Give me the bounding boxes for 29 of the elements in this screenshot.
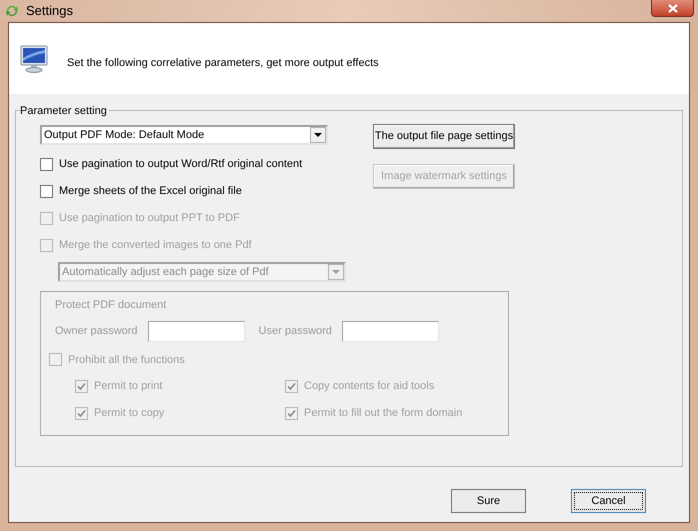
close-button[interactable]: [651, 0, 694, 17]
group-title: Parameter setting: [20, 103, 109, 120]
dropdown[interactable]: Output PDF Mode: Default Mode: [40, 125, 328, 145]
field-label: Owner password: [55, 324, 138, 339]
field-label: User password: [258, 324, 332, 339]
window-title: Settings: [26, 2, 73, 20]
settings-button[interactable]: The output file page settings: [373, 124, 515, 149]
check-icon: [77, 382, 86, 391]
dialog-button[interactable]: Cancel: [571, 489, 646, 513]
checkbox[interactable]: [40, 158, 53, 171]
option-label: Merge the converted images to one Pdf: [59, 238, 252, 254]
checkbox[interactable]: [40, 185, 53, 198]
dialog-button[interactable]: Sure: [451, 489, 526, 513]
option-label: Use pagination to output Word/Rtf original content: [59, 157, 302, 172]
permission-label: Copy contents for aid tools: [304, 379, 434, 394]
option-label: Use pagination to output PPT to PDF: [59, 211, 240, 226]
check-icon: [77, 409, 86, 418]
option-label: Prohibit all the functions: [68, 352, 185, 368]
header-text: Set the following correlative parameters, get more output effects: [67, 56, 379, 72]
option-label: Merge sheets of the Excel original file: [59, 184, 242, 200]
permission-label: Permit to copy: [94, 406, 164, 422]
close-icon: [668, 4, 678, 12]
refresh-arrows-icon: [4, 3, 20, 19]
protect-title: Protect PDF document: [55, 298, 168, 313]
monitor-icon: [19, 44, 49, 74]
permission-label: Permit to print: [94, 379, 162, 394]
check-icon: [287, 409, 296, 418]
permission-label: Permit to fill out the form domain: [304, 406, 462, 422]
check-icon: [287, 382, 296, 391]
